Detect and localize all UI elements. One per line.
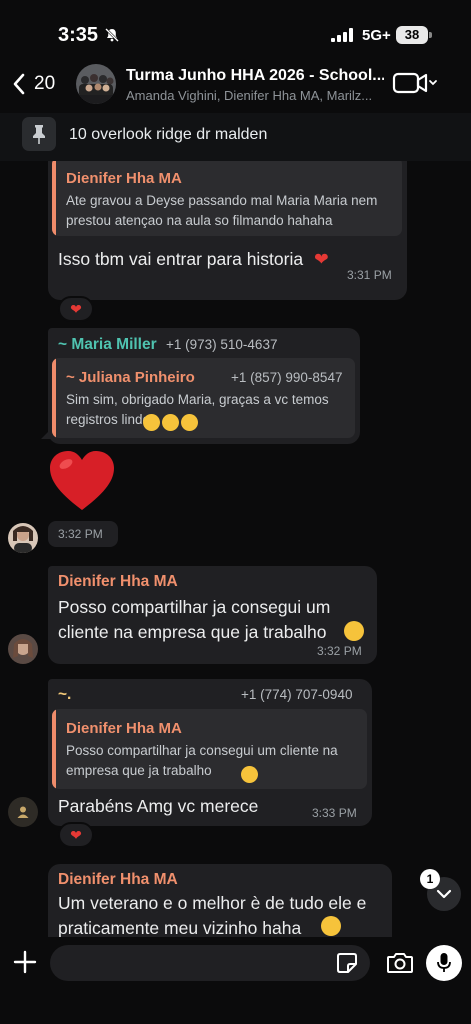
sender-name: Dienifer Hha MA [58,871,178,888]
battery-level: 38 [396,26,428,44]
quote-text: Ate gravou a Deyse passando mal Maria Ma… [66,193,378,228]
person-icon [17,806,29,818]
chat-title[interactable]: Turma Junho HHA 2026 - School... [126,67,384,85]
bell-slash-icon [105,28,119,42]
bubble-tail [41,429,51,439]
message-time: 3:31 PM [347,268,392,282]
sender-avatar[interactable] [8,523,38,553]
heart-icon: ❤ [70,300,82,317]
large-heart-emoji[interactable]: ❤ [48,450,116,512]
sender-name: Dienifer Hha MA [58,573,178,590]
sender-name: ~ Maria Miller [58,336,157,353]
sender-phone: +1 (774) 707-0940 [241,687,353,702]
unread-chats-count: 20 [34,73,56,94]
sticker-icon[interactable] [336,952,358,974]
message-bubble[interactable]: ~. +1 (774) 707-0940 Dienifer Hha MA Pos… [48,679,372,826]
grimace-emoji [241,766,258,783]
quote-sender: ~ Juliana Pinheiro [66,369,195,386]
pin-icon [22,117,56,151]
sender-avatar-placeholder[interactable] [8,797,38,827]
heart-icon: ❤ [70,826,82,843]
grimace-emoji [344,621,364,641]
quote-sender: Dienifer Hha MA [66,170,182,187]
quoted-message[interactable]: ~ Juliana Pinheiro +1 (857) 990-8547 Sim… [52,358,355,438]
quoted-message[interactable]: Dienifer Hha MA Posso compartilhar ja co… [52,709,367,789]
quote-sender: Dienifer Hha MA [66,720,182,737]
chevron-down-icon [436,889,452,899]
message-input[interactable] [50,945,370,981]
signal-icon [331,28,353,42]
unread-badge: 1 [420,869,440,889]
message-bubble[interactable]: Dienifer Hha MA Ate gravou a Deyse passa… [48,161,407,300]
quote-accent-bar [52,709,56,789]
pinned-text: 10 overlook ridge dr malden [69,126,268,143]
chat-header: 20 Turma Junho HHA 2026 - School... Aman… [0,60,471,110]
plus-icon[interactable] [12,949,38,975]
group-avatar[interactable] [76,64,116,104]
quote-phone: +1 (857) 990-8547 [231,370,343,385]
message-time: 3:32 PM [58,527,103,541]
grimace-emoji [321,916,341,936]
message-time: 3:33 PM [312,806,357,820]
chat-members[interactable]: Amanda Vighini, Dienifer Hha MA, Marilz.… [126,88,382,103]
quote-accent-bar [52,161,56,236]
emoji-group [141,414,198,433]
camera-icon[interactable] [386,951,414,975]
back-button[interactable]: 20 [12,68,72,100]
pinned-message-bar[interactable]: 10 overlook ridge dr malden [0,113,471,161]
status-bar: 3:35 5G+ 38 [0,0,471,64]
message-time: 3:32 PM [317,644,362,658]
quote-text: Posso compartilhar ja consegui um client… [66,743,338,778]
message-bubble[interactable]: Dienifer Hha MA Posso compartilhar ja co… [48,566,377,664]
quote-text: Sim sim, obrigado Maria, graças a vc tem… [66,392,329,427]
sender-name: ~. [58,686,72,703]
back-chevron-icon [13,73,25,95]
message-list[interactable]: Dienifer Hha MA Ate gravou a Deyse passa… [0,161,471,937]
message-bubble[interactable]: Dienifer Hha MA Um veterano e o melhor è… [48,864,392,937]
time-pill: 3:32 PM [48,521,118,547]
battery-tip [429,32,432,38]
video-call-button[interactable] [392,70,438,96]
sender-phone: +1 (973) 510-4637 [166,337,278,352]
reaction-badge[interactable]: ❤ [58,822,94,848]
sender-avatar[interactable] [8,634,38,664]
status-time: 3:35 [58,24,99,46]
quote-accent-bar [52,358,56,438]
message-text: Posso compartilhar ja consegui um client… [58,597,331,642]
reaction-badge[interactable]: ❤ [58,296,94,322]
message-text: Parabéns Amg vc merece [58,796,259,816]
composer-bar [0,937,471,1024]
network-type: 5G+ [362,27,391,44]
message-text: Isso tbm vai entrar para historia [58,249,304,269]
heart-emoji: ❤ [314,249,329,269]
mic-button[interactable] [426,945,462,981]
quoted-message[interactable]: Dienifer Hha MA Ate gravou a Deyse passa… [52,161,402,236]
heart-icon [50,451,114,510]
message-bubble[interactable]: ~ Maria Miller +1 (973) 510-4637 ~ Julia… [48,328,360,444]
group-photo [76,64,116,104]
mic-icon [437,953,451,972]
